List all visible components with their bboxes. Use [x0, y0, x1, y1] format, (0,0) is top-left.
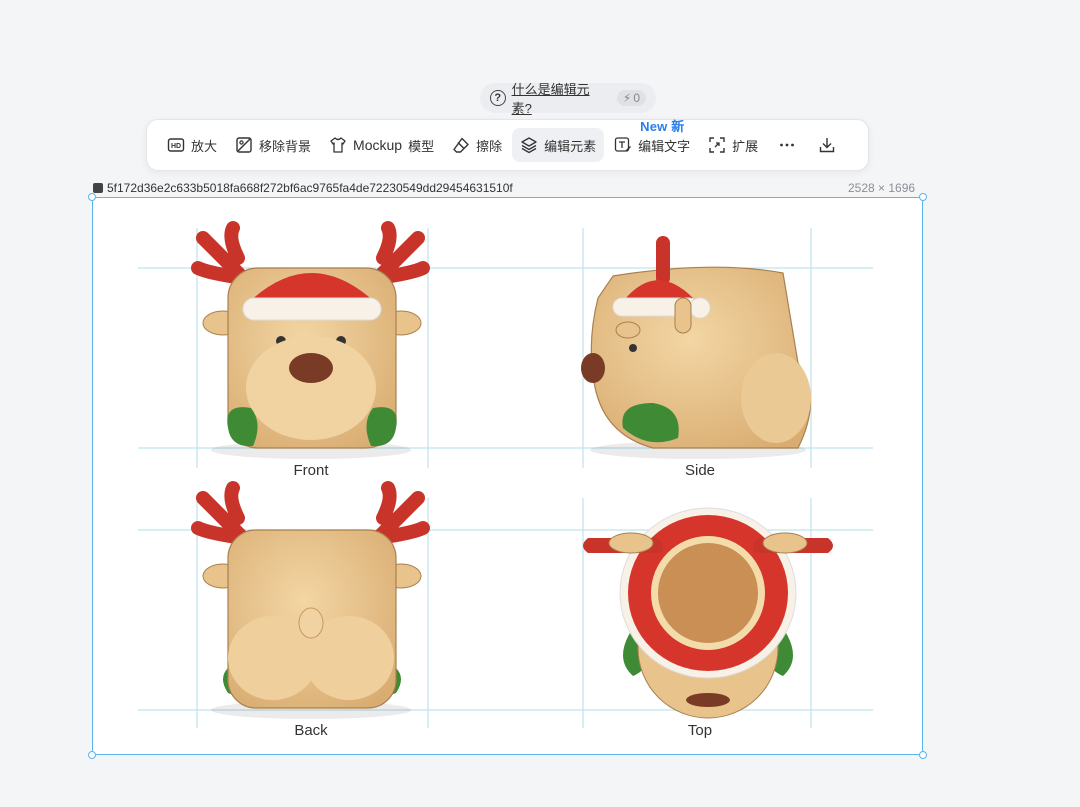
erase-label: 擦除 — [476, 138, 503, 154]
credit-count: 0 — [633, 91, 640, 105]
credit-chip: ⚡ 0 — [616, 90, 646, 106]
mockup-button[interactable]: Mockup 模型 — [321, 128, 442, 162]
upscale-button[interactable]: HD 放大 — [159, 128, 225, 162]
help-link[interactable]: 什么是编辑元素? — [512, 79, 607, 117]
image-icon — [93, 183, 103, 193]
resize-handle-top-right[interactable] — [919, 193, 927, 201]
remove-background-button[interactable]: 移除背景 — [227, 128, 319, 162]
file-name-text: 5f172d36e2c633b5018fa668f272bf6ac9765fa4… — [107, 181, 513, 195]
question-circle-icon: ? — [490, 90, 506, 106]
new-badge: New 新 — [640, 119, 685, 134]
side-view — [581, 236, 812, 459]
expand-button[interactable]: 扩展 — [700, 128, 766, 162]
download-button[interactable] — [808, 128, 846, 162]
caption-top: Top — [687, 722, 713, 739]
front-view — [191, 221, 430, 459]
caption-back: Back — [294, 722, 328, 739]
bolt-icon: ⚡ — [622, 91, 632, 105]
file-name: 5f172d36e2c633b5018fa668f272bf6ac9765fa4… — [93, 181, 513, 195]
expand-label: 扩展 — [732, 138, 759, 154]
remove-background-icon — [236, 137, 252, 153]
image-dimensions: 2528 × 1696 — [848, 181, 916, 195]
mockup-label-en: Mockup — [353, 137, 403, 153]
text-edit-icon — [614, 137, 632, 152]
edit-text-button[interactable]: New 新 编辑文字 — [606, 119, 698, 162]
download-icon — [819, 138, 835, 153]
more-button[interactable] — [768, 128, 806, 162]
resize-handle-bottom-left[interactable] — [88, 751, 96, 759]
upscale-label: 放大 — [191, 138, 218, 154]
mockup-label: 模型 — [408, 138, 435, 154]
eraser-icon — [453, 137, 469, 153]
resize-handle-top-left[interactable] — [88, 193, 96, 201]
erase-button[interactable]: 擦除 — [444, 128, 510, 162]
svg-text:HD: HD — [171, 143, 181, 150]
caption-front: Front — [293, 462, 329, 479]
tshirt-icon — [330, 137, 346, 153]
back-view — [191, 481, 430, 719]
edit-elements-button[interactable]: 编辑元素 — [512, 128, 605, 162]
hd-icon: HD — [167, 138, 185, 152]
edit-text-label: 编辑文字 — [638, 138, 691, 154]
caption-side: Side — [684, 462, 716, 479]
expand-icon — [709, 137, 725, 153]
resize-handle-bottom-right[interactable] — [919, 751, 927, 759]
image-canvas[interactable]: Front Side Back Top — [92, 197, 923, 755]
edit-elements-label: 编辑元素 — [544, 138, 597, 154]
reindeer-turnaround-image — [138, 221, 873, 728]
layers-icon — [521, 137, 537, 154]
top-view — [583, 507, 833, 719]
toolbar: HD 放大 移除背景 Mockup 模型 擦除 编辑元素 New 新 编辑文字 … — [146, 119, 869, 171]
remove-background-label: 移除背景 — [259, 138, 312, 154]
help-pill[interactable]: ? 什么是编辑元素? ⚡ 0 — [480, 82, 656, 116]
more-icon — [780, 143, 795, 147]
